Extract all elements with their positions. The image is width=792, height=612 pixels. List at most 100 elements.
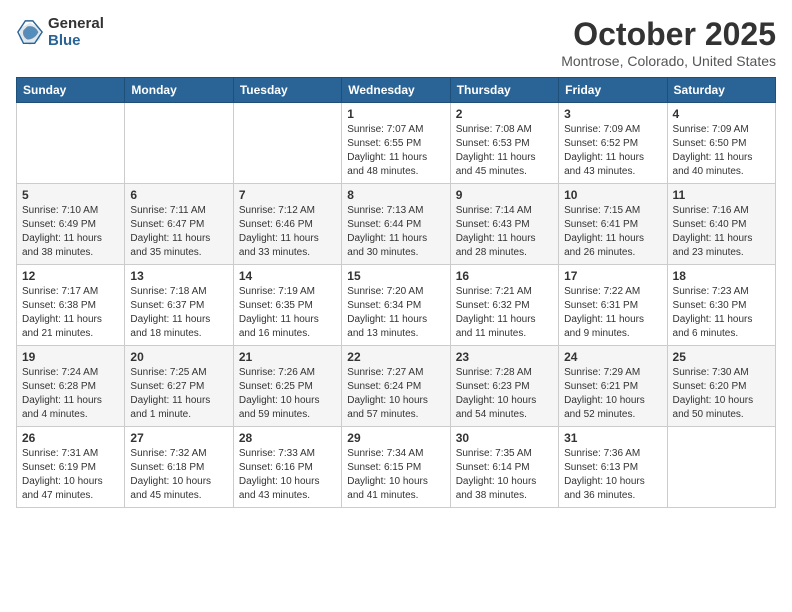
calendar-cell: 18Sunrise: 7:23 AM Sunset: 6:30 PM Dayli… [667, 265, 775, 346]
calendar-cell: 17 Sunrise: 7:22 AM Sunset: 6:31 PM Dayli… [559, 265, 667, 346]
day-number: 12 [22, 269, 119, 283]
calendar-cell: 10Sunrise: 7:15 AM Sunset: 6:41 PM Dayli… [559, 184, 667, 265]
day-info: Sunrise: 7:08 AM Sunset: 6:53 PM Dayligh… [456, 123, 553, 179]
day-info: Sunrise: 7:22 AM Sunset: 6:31 PM Dayligh… [564, 285, 661, 341]
day-info: Sunrise: 7:13 AM Sunset: 6:44 PM Dayligh… [347, 204, 444, 260]
day-info: Sunrise: 7:34 AM Sunset: 6:15 PM Dayligh… [347, 447, 444, 503]
calendar-cell: 3 Sunrise: 7:09 AM Sunset: 6:52 PM Daylig… [559, 103, 667, 184]
day-info: Sunrise: 7:27 AM Sunset: 6:24 PM Dayligh… [347, 366, 444, 422]
logo-text: General Blue [48, 16, 104, 49]
calendar-cell: 30 Sunrise: 7:35 AM Sunset: 6:14 PM Dayli… [450, 427, 558, 508]
day-info: Sunrise: 7:10 AM Sunset: 6:49 PM Dayligh… [22, 204, 119, 260]
day-number: 8 [347, 188, 444, 202]
day-info: Sunrise: 7:09 AM Sunset: 6:50 PM Dayligh… [673, 123, 770, 179]
day-info: Sunrise: 7:17 AM Sunset: 6:38 PM Dayligh… [22, 285, 119, 341]
day-number: 7 [239, 188, 336, 202]
calendar-week-row: 5Sunrise: 7:10 AM Sunset: 6:49 PM Daylig… [17, 184, 776, 265]
calendar-cell: 31 Sunrise: 7:36 AM Sunset: 6:13 PM Dayli… [559, 427, 667, 508]
day-number: 30 [456, 431, 553, 445]
day-info: Sunrise: 7:07 AM Sunset: 6:55 PM Dayligh… [347, 123, 444, 179]
calendar-header-row: SundayMondayTuesdayWednesdayThursdayFrid… [17, 78, 776, 103]
calendar-cell: 23Sunrise: 7:28 AM Sunset: 6:23 PM Dayli… [450, 346, 558, 427]
day-number: 25 [673, 350, 770, 364]
day-info: Sunrise: 7:11 AM Sunset: 6:47 PM Dayligh… [130, 204, 227, 260]
weekday-header: Friday [559, 78, 667, 103]
day-number: 19 [22, 350, 119, 364]
day-info: Sunrise: 7:32 AM Sunset: 6:18 PM Dayligh… [130, 447, 227, 503]
calendar-cell: 2Sunrise: 7:08 AM Sunset: 6:53 PM Daylig… [450, 103, 558, 184]
location-text: Montrose, Colorado, United States [561, 53, 776, 69]
day-number: 14 [239, 269, 336, 283]
day-info: Sunrise: 7:36 AM Sunset: 6:13 PM Dayligh… [564, 447, 661, 503]
weekday-header: Wednesday [342, 78, 450, 103]
day-number: 10 [564, 188, 661, 202]
calendar-cell: 15Sunrise: 7:20 AM Sunset: 6:34 PM Dayli… [342, 265, 450, 346]
day-info: Sunrise: 7:24 AM Sunset: 6:28 PM Dayligh… [22, 366, 119, 422]
logo: General Blue [16, 16, 104, 49]
day-info: Sunrise: 7:33 AM Sunset: 6:16 PM Dayligh… [239, 447, 336, 503]
calendar-cell: 14 Sunrise: 7:19 AM Sunset: 6:35 PM Dayli… [233, 265, 341, 346]
calendar-cell: 8 Sunrise: 7:13 AM Sunset: 6:44 PM Daylig… [342, 184, 450, 265]
day-info: Sunrise: 7:28 AM Sunset: 6:23 PM Dayligh… [456, 366, 553, 422]
weekday-header: Saturday [667, 78, 775, 103]
calendar-cell: 27 Sunrise: 7:32 AM Sunset: 6:18 PM Dayli… [125, 427, 233, 508]
calendar-cell: 9 Sunrise: 7:14 AM Sunset: 6:43 PM Daylig… [450, 184, 558, 265]
calendar-week-row: 12 Sunrise: 7:17 AM Sunset: 6:38 PM Dayli… [17, 265, 776, 346]
calendar-cell: 7Sunrise: 7:12 AM Sunset: 6:46 PM Daylig… [233, 184, 341, 265]
weekday-header: Thursday [450, 78, 558, 103]
title-block: October 2025 Montrose, Colorado, United … [561, 16, 776, 69]
calendar-cell: 4 Sunrise: 7:09 AM Sunset: 6:50 PM Daylig… [667, 103, 775, 184]
calendar-cell: 21Sunrise: 7:26 AM Sunset: 6:25 PM Dayli… [233, 346, 341, 427]
calendar-week-row: 1 Sunrise: 7:07 AM Sunset: 6:55 PM Daylig… [17, 103, 776, 184]
day-info: Sunrise: 7:09 AM Sunset: 6:52 PM Dayligh… [564, 123, 661, 179]
calendar-cell: 12 Sunrise: 7:17 AM Sunset: 6:38 PM Dayli… [17, 265, 125, 346]
day-number: 18 [673, 269, 770, 283]
day-number: 20 [130, 350, 227, 364]
day-info: Sunrise: 7:29 AM Sunset: 6:21 PM Dayligh… [564, 366, 661, 422]
logo-blue-text: Blue [48, 33, 104, 50]
calendar-cell: 11Sunrise: 7:16 AM Sunset: 6:40 PM Dayli… [667, 184, 775, 265]
weekday-header: Sunday [17, 78, 125, 103]
day-info: Sunrise: 7:19 AM Sunset: 6:35 PM Dayligh… [239, 285, 336, 341]
day-info: Sunrise: 7:18 AM Sunset: 6:37 PM Dayligh… [130, 285, 227, 341]
weekday-header: Tuesday [233, 78, 341, 103]
day-number: 11 [673, 188, 770, 202]
day-number: 1 [347, 107, 444, 121]
day-number: 13 [130, 269, 227, 283]
day-info: Sunrise: 7:25 AM Sunset: 6:27 PM Dayligh… [130, 366, 227, 422]
day-number: 29 [347, 431, 444, 445]
calendar-cell [233, 103, 341, 184]
calendar-table: SundayMondayTuesdayWednesdayThursdayFrid… [16, 77, 776, 508]
calendar-cell: 26Sunrise: 7:31 AM Sunset: 6:19 PM Dayli… [17, 427, 125, 508]
logo-general-text: General [48, 16, 104, 33]
calendar-cell: 13 Sunrise: 7:18 AM Sunset: 6:37 PM Dayli… [125, 265, 233, 346]
day-number: 22 [347, 350, 444, 364]
day-number: 24 [564, 350, 661, 364]
day-number: 27 [130, 431, 227, 445]
day-info: Sunrise: 7:14 AM Sunset: 6:43 PM Dayligh… [456, 204, 553, 260]
day-number: 3 [564, 107, 661, 121]
day-number: 6 [130, 188, 227, 202]
day-info: Sunrise: 7:35 AM Sunset: 6:14 PM Dayligh… [456, 447, 553, 503]
day-number: 17 [564, 269, 661, 283]
calendar-cell [17, 103, 125, 184]
day-info: Sunrise: 7:21 AM Sunset: 6:32 PM Dayligh… [456, 285, 553, 341]
day-number: 4 [673, 107, 770, 121]
calendar-cell [125, 103, 233, 184]
day-info: Sunrise: 7:26 AM Sunset: 6:25 PM Dayligh… [239, 366, 336, 422]
calendar-cell [667, 427, 775, 508]
month-title: October 2025 [561, 16, 776, 53]
calendar-cell: 16 Sunrise: 7:21 AM Sunset: 6:32 PM Dayli… [450, 265, 558, 346]
calendar-cell: 19 Sunrise: 7:24 AM Sunset: 6:28 PM Dayli… [17, 346, 125, 427]
calendar-week-row: 19 Sunrise: 7:24 AM Sunset: 6:28 PM Dayli… [17, 346, 776, 427]
day-number: 16 [456, 269, 553, 283]
calendar-cell: 22 Sunrise: 7:27 AM Sunset: 6:24 PM Dayli… [342, 346, 450, 427]
day-number: 9 [456, 188, 553, 202]
day-number: 28 [239, 431, 336, 445]
page-header: General Blue October 2025 Montrose, Colo… [16, 16, 776, 69]
day-info: Sunrise: 7:31 AM Sunset: 6:19 PM Dayligh… [22, 447, 119, 503]
day-number: 31 [564, 431, 661, 445]
calendar-cell: 29 Sunrise: 7:34 AM Sunset: 6:15 PM Dayli… [342, 427, 450, 508]
calendar-cell: 20 Sunrise: 7:25 AM Sunset: 6:27 PM Dayli… [125, 346, 233, 427]
calendar-cell: 25Sunrise: 7:30 AM Sunset: 6:20 PM Dayli… [667, 346, 775, 427]
